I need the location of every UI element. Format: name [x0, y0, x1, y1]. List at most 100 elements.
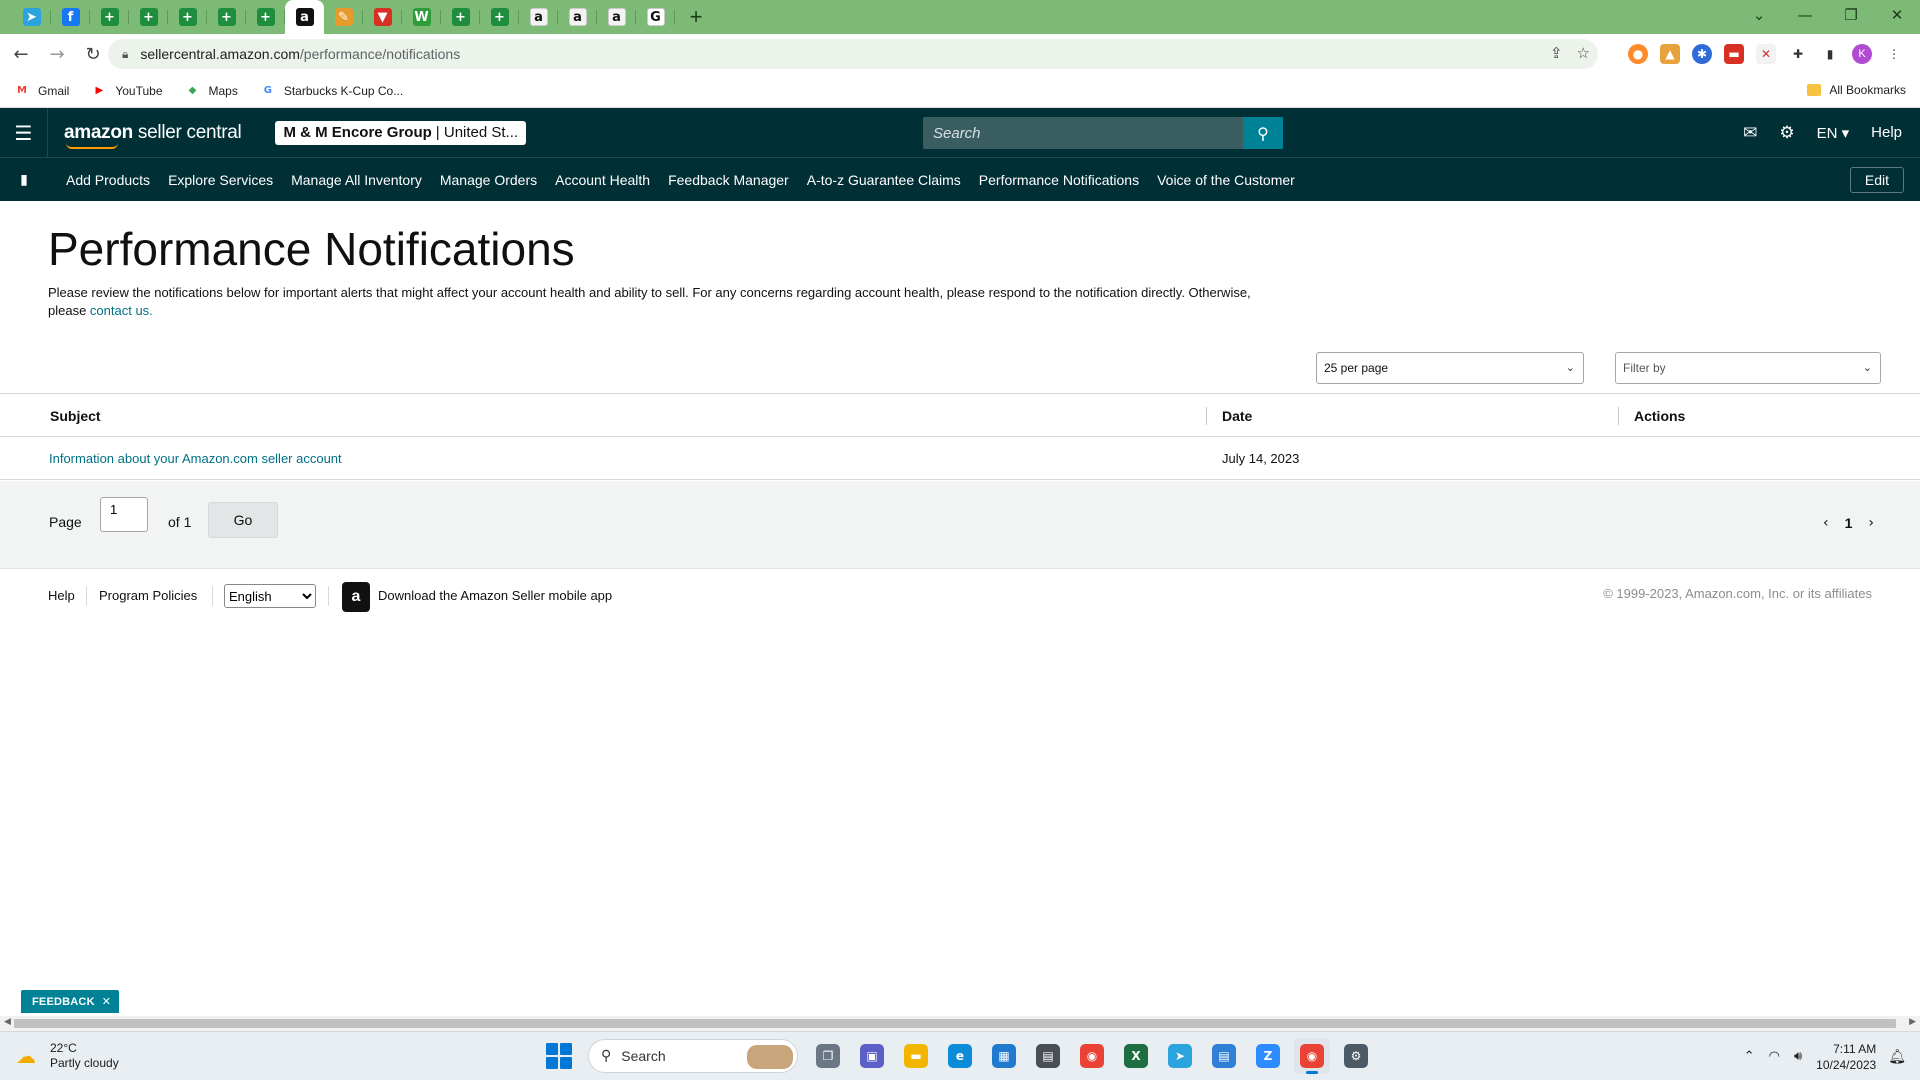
taskbar-app[interactable]: X — [1118, 1038, 1154, 1074]
taskbar-app[interactable]: ➤ — [1162, 1038, 1198, 1074]
extension-cross-icon[interactable]: ✕ — [1756, 44, 1776, 64]
taskbar-app[interactable]: ▬ — [898, 1038, 934, 1074]
nav-add-products[interactable]: Add Products — [66, 172, 150, 188]
column-date[interactable]: Date — [1222, 408, 1252, 424]
weather-widget[interactable]: ☁ 22°C Partly cloudy — [16, 1041, 119, 1071]
feedback-button[interactable]: FEEDBACK ✕ — [21, 990, 120, 1013]
taskbar-app[interactable]: ◉ — [1074, 1038, 1110, 1074]
hamburger-menu-icon[interactable]: ☰ — [0, 108, 48, 157]
browser-tab[interactable]: ✎ — [324, 0, 363, 34]
show-hidden-icons-chevron-icon[interactable]: ⌃ — [1744, 1049, 1755, 1064]
previous-page-icon[interactable]: ‹ — [1823, 515, 1829, 531]
nav-voice-of-the-customer[interactable]: Voice of the Customer — [1157, 172, 1295, 188]
language-selector[interactable]: EN ▾ — [1817, 124, 1850, 142]
bookmark-item[interactable]: ▶ YouTube — [91, 84, 162, 98]
browser-tab[interactable]: + — [90, 0, 129, 34]
settings-gear-icon[interactable]: ⚙ — [1779, 123, 1794, 143]
footer-program-policies-link[interactable]: Program Policies — [99, 588, 197, 603]
seller-search-input[interactable] — [923, 124, 1243, 142]
wifi-icon[interactable]: ◠ — [1769, 1049, 1780, 1064]
browser-tab[interactable]: a — [558, 0, 597, 34]
extension-orange-icon[interactable]: ● — [1628, 44, 1648, 64]
url-text[interactable]: sellercentral.amazon.com/performance/not… — [140, 46, 460, 62]
scroll-left-icon[interactable]: ◀ — [4, 1017, 11, 1027]
browser-tab[interactable]: + — [129, 0, 168, 34]
tab-search-icon[interactable]: ⌄ — [1736, 6, 1782, 24]
nav-manage-orders[interactable]: Manage Orders — [440, 172, 537, 188]
taskbar-app[interactable]: ⚙ — [1338, 1038, 1374, 1074]
scroll-right-icon[interactable]: ▶ — [1909, 1017, 1916, 1027]
nav-explore-services[interactable]: Explore Services — [168, 172, 273, 188]
nav-a-to-z-claims[interactable]: A-to-z Guarantee Claims — [807, 172, 961, 188]
column-subject[interactable]: Subject — [50, 408, 101, 424]
browser-tab[interactable]: + — [246, 0, 285, 34]
taskbar-app[interactable]: ▦ — [986, 1038, 1022, 1074]
bookmark-star-icon[interactable]: ☆ — [1577, 44, 1590, 62]
restore-icon[interactable]: ❐ — [1828, 6, 1874, 24]
messages-envelope-icon[interactable]: ✉ — [1743, 123, 1757, 143]
contact-us-link[interactable]: contact us. — [90, 303, 153, 318]
scrollbar-thumb[interactable] — [14, 1019, 1896, 1028]
bookmark-item[interactable]: M Gmail — [14, 84, 69, 98]
nav-manage-all-inventory[interactable]: Manage All Inventory — [291, 172, 422, 188]
edit-nav-button[interactable]: Edit — [1849, 167, 1904, 193]
back-arrow-icon[interactable]: ← — [6, 39, 36, 69]
search-button[interactable]: ⚲ — [1243, 117, 1283, 149]
volume-icon[interactable]: 🔊︎ — [1794, 1049, 1802, 1064]
taskbar-app[interactable]: ◉ — [1294, 1038, 1330, 1074]
taskbar-app[interactable]: ▤ — [1030, 1038, 1066, 1074]
browser-tab[interactable]: + — [207, 0, 246, 34]
browser-tab[interactable]: G — [636, 0, 675, 34]
system-clock[interactable]: 7:11 AM 10/24/2023 — [1816, 1041, 1876, 1073]
address-bar[interactable]: 🔒︎ sellercentral.amazon.com/performance/… — [108, 39, 1598, 69]
extensions-puzzle-icon[interactable]: ✚ — [1788, 44, 1808, 64]
download-app-link[interactable]: Download the Amazon Seller mobile app — [378, 588, 612, 603]
share-icon[interactable]: ⇪ — [1550, 44, 1563, 62]
extension-blue-icon[interactable]: ✱ — [1692, 44, 1712, 64]
browser-tab[interactable]: ➤ — [12, 0, 51, 34]
footer-help-link[interactable]: Help — [48, 588, 75, 603]
nav-performance-notifications[interactable]: Performance Notifications — [979, 172, 1139, 188]
browser-tab[interactable]: + — [441, 0, 480, 34]
browser-tab[interactable]: a — [519, 0, 558, 34]
help-link[interactable]: Help — [1871, 124, 1902, 141]
horizontal-scrollbar[interactable]: ◀ ▶ — [0, 1016, 1920, 1031]
site-info-icon[interactable]: 🔒︎ — [122, 47, 128, 62]
notification-bell-icon[interactable]: 🔔︎ — [1888, 1049, 1906, 1065]
go-button[interactable]: Go — [208, 502, 278, 538]
store-switcher[interactable]: M & M Encore Group | United St... — [275, 120, 527, 145]
new-tab-button[interactable]: + — [679, 0, 713, 34]
bookmark-item[interactable]: ◆ Maps — [185, 84, 238, 98]
seller-central-logo[interactable]: amazon seller central — [64, 122, 242, 149]
close-icon[interactable]: ✕ — [1874, 6, 1920, 24]
close-feedback-icon[interactable]: ✕ — [102, 995, 111, 1008]
browser-tab[interactable]: W — [402, 0, 441, 34]
browser-tab[interactable]: a — [597, 0, 636, 34]
taskbar-app[interactable]: e — [942, 1038, 978, 1074]
browser-tab[interactable]: ▼ — [363, 0, 402, 34]
browser-menu-icon[interactable]: ⋮ — [1884, 44, 1904, 64]
next-page-icon[interactable]: › — [1868, 515, 1874, 531]
browser-tab[interactable]: a — [285, 0, 324, 34]
page-number-input[interactable] — [100, 497, 148, 532]
profile-avatar[interactable]: K — [1852, 44, 1872, 64]
per-page-select[interactable]: 25 per page ⌄ — [1316, 352, 1584, 384]
windows-start-icon[interactable] — [546, 1043, 572, 1069]
footer-language-select[interactable]: English — [224, 584, 316, 608]
amazon-seller-app-icon[interactable]: a — [342, 582, 370, 612]
filter-by-select[interactable]: Filter by ⌄ — [1615, 352, 1881, 384]
taskbar-search[interactable]: ⚲ Search — [588, 1039, 798, 1073]
browser-tab[interactable]: f — [51, 0, 90, 34]
nav-feedback-manager[interactable]: Feedback Manager — [668, 172, 789, 188]
extension-red-icon[interactable]: ▬ — [1724, 44, 1744, 64]
current-page-number[interactable]: 1 — [1845, 515, 1853, 531]
reload-icon[interactable]: ↻ — [78, 39, 108, 69]
forward-arrow-icon[interactable]: → — [42, 39, 72, 69]
bookmark-item[interactable]: G Starbucks K-Cup Co... — [260, 84, 404, 98]
all-bookmarks-button[interactable]: All Bookmarks — [1807, 83, 1906, 97]
browser-tab[interactable]: + — [168, 0, 207, 34]
bookmark-ribbon-icon[interactable]: ▮ — [0, 172, 48, 188]
taskbar-app[interactable]: Z — [1250, 1038, 1286, 1074]
nav-account-health[interactable]: Account Health — [555, 172, 650, 188]
browser-tab[interactable]: + — [480, 0, 519, 34]
